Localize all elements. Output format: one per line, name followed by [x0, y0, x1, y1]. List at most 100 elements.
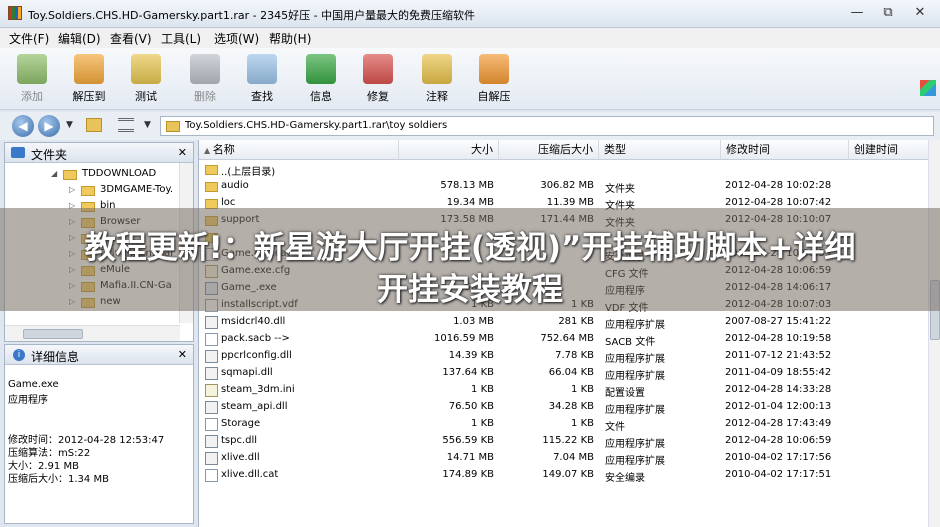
file-row[interactable]: steam_api.dll 76.50 KB 34.28 KB 应用程序扩展 2012-… — [199, 399, 939, 416]
toolbar-button-8[interactable]: 自解压 — [466, 52, 522, 108]
column-packed[interactable]: 压缩后大小 — [499, 140, 599, 160]
history-dropdown-icon[interactable]: ▼ — [66, 120, 73, 130]
folder-icon — [63, 170, 77, 180]
close-info-icon[interactable]: ✕ — [178, 348, 187, 361]
toolbar-button-0[interactable]: 添加 — [4, 52, 60, 108]
maximize-button[interactable]: ⧉ — [874, 3, 902, 23]
menu-options[interactable]: 选项(W) — [214, 30, 259, 47]
view-dropdown-icon[interactable]: ▼ — [144, 120, 151, 130]
file-name: steam_api.dll — [221, 401, 288, 412]
file-packed: 34.28 KB — [548, 401, 594, 412]
column-created[interactable]: 创建时间 — [849, 140, 940, 160]
menu-view[interactable]: 查看(V) — [110, 30, 152, 47]
close-button[interactable]: ✕ — [906, 3, 934, 23]
close-panel-icon[interactable]: ✕ — [178, 146, 187, 159]
address-path: Toy.Soldiers.CHS.HD-Gamersky.part1.rar\t… — [185, 120, 448, 131]
file-row[interactable]: Storage 1 KB 1 KB 文件 2012-04-28 17:43:49 — [199, 416, 939, 433]
back-icon[interactable]: ◀ — [12, 115, 34, 137]
dll-icon — [205, 401, 218, 414]
toolbar-label: 查找 — [251, 90, 273, 103]
toolbar-button-3[interactable]: 删除 — [177, 52, 233, 108]
file-list: ▲ 名称 大小 压缩后大小 类型 修改时间 创建时间 ..(上层目录) audio… — [198, 140, 940, 527]
file-row[interactable]: ..(上层目录) — [199, 161, 939, 178]
folder-panel-title: 文件夹 — [31, 148, 68, 162]
menu-edit[interactable]: 编辑(D) — [58, 30, 101, 47]
file-modified: 2012-01-04 12:00:13 — [725, 401, 832, 412]
info-packed-size: 压缩后大小：1.34 MB — [8, 474, 109, 485]
file-modified: 2012-04-28 14:33:28 — [725, 384, 832, 395]
minimize-button[interactable]: — — [843, 3, 871, 23]
column-size[interactable]: 大小 — [399, 140, 499, 160]
file-row[interactable]: audio 578.13 MB 306.82 MB 文件夹 2012-04-28 10:… — [199, 178, 939, 195]
expanded-arrow-icon[interactable]: ◢ — [51, 169, 57, 178]
file-name: msidcrl40.dll — [221, 316, 286, 327]
file-modified: 2010-04-02 17:17:56 — [725, 452, 832, 463]
toolbar-button-1[interactable]: 解压到 — [61, 52, 117, 108]
file-modified: 2011-04-09 18:55:42 — [725, 367, 832, 378]
info-file-type: 应用程序 — [8, 395, 48, 406]
toolbar-label: 注释 — [426, 90, 448, 103]
tree-horizontal-scrollbar[interactable] — [5, 325, 180, 341]
file-row[interactable]: msidcrl40.dll 1.03 MB 281 KB 应用程序扩展 2007-08-… — [199, 314, 939, 331]
file-type: 文件 — [605, 422, 625, 433]
add-icon — [17, 54, 47, 84]
file-name: ppcrlconfig.dll — [221, 350, 292, 361]
collapsed-arrow-icon[interactable]: ▷ — [69, 185, 75, 194]
toolbar-button-6[interactable]: 修复 — [350, 52, 406, 108]
file-row[interactable]: xlive.dll.cat 174.89 KB 149.07 KB 安全编录 2010-… — [199, 467, 939, 484]
column-type[interactable]: 类型 — [599, 140, 721, 160]
file-size: 19.34 MB — [446, 197, 494, 208]
toolbar-button-5[interactable]: 信息 — [293, 52, 349, 108]
forward-icon[interactable]: ▶ — [38, 115, 60, 137]
info-icon: i — [13, 349, 25, 361]
file-packed: 115.22 KB — [542, 435, 594, 446]
view-mode-icon[interactable] — [118, 118, 134, 132]
menu-file[interactable]: 文件(F) — [9, 30, 49, 47]
file-modified: 2011-07-12 21:43:52 — [725, 350, 832, 361]
toolbar-label: 解压到 — [72, 90, 106, 103]
file-packed: 1 KB — [571, 384, 594, 395]
column-modified[interactable]: 修改时间 — [721, 140, 849, 160]
column-name[interactable]: ▲ 名称 — [199, 140, 399, 160]
file-name: pack.sacb --> — [221, 333, 290, 344]
file-type: 应用程序扩展 — [605, 456, 665, 467]
info-panel: i 详细信息 ✕ Game.exe 应用程序 修改时间：2012-04-28 1… — [4, 344, 194, 524]
file-row[interactable]: tspc.dll 556.59 KB 115.22 KB 应用程序扩展 2012-04-… — [199, 433, 939, 450]
file-name: loc — [221, 197, 236, 208]
file-row[interactable]: ppcrlconfig.dll 14.39 KB 7.78 KB 应用程序扩展 2011… — [199, 348, 939, 365]
overlay-line-2: 开挂安装教程 — [377, 272, 563, 308]
file-row[interactable]: sqmapi.dll 137.64 KB 66.04 KB 应用程序扩展 2011-04… — [199, 365, 939, 382]
file-packed: 1 KB — [571, 418, 594, 429]
tree-scroll-thumb[interactable] — [23, 329, 83, 339]
tree-item-label: 3DMGAME-Toy. — [100, 184, 174, 195]
comment-icon — [422, 54, 452, 84]
address-input[interactable]: Toy.Soldiers.CHS.HD-Gamersky.part1.rar\t… — [160, 116, 934, 136]
up-folder-icon[interactable] — [86, 118, 102, 132]
title-bar: Toy.Soldiers.CHS.HD-Gamersky.part1.rar -… — [0, 0, 940, 28]
file-type: 应用程序扩展 — [605, 320, 665, 331]
skin-icon[interactable] — [920, 80, 936, 96]
dll-icon — [205, 452, 218, 465]
menu-help[interactable]: 帮助(H) — [269, 30, 311, 47]
delete-icon — [190, 54, 220, 84]
file-icon — [205, 418, 218, 431]
file-type: SACB 文件 — [605, 337, 656, 348]
dll-icon — [205, 435, 218, 448]
cfg-icon — [205, 384, 218, 397]
promo-overlay-banner: 教程更新!：新星游大厅开挂(透视)”开挂辅助脚本+详细 开挂安装教程 — [0, 208, 940, 311]
toolbar-button-2[interactable]: 测试 — [118, 52, 174, 108]
column-name-label: 名称 — [212, 143, 235, 156]
menu-bar: 文件(F) 编辑(D) 查看(V) 工具(L) 选项(W) 帮助(H) — [0, 28, 940, 48]
menu-tools[interactable]: 工具(L) — [161, 30, 201, 47]
file-name: Storage — [221, 418, 261, 429]
file-modified: 2012-04-28 17:43:49 — [725, 418, 832, 429]
file-packed: 7.04 MB — [553, 452, 594, 463]
file-row[interactable]: pack.sacb --> 1016.59 MB 752.64 MB SACB 文件 2… — [199, 331, 939, 348]
toolbar-label: 修复 — [367, 90, 389, 103]
file-row[interactable]: xlive.dll 14.71 MB 7.04 MB 应用程序扩展 2010-04-02… — [199, 450, 939, 467]
toolbar-button-7[interactable]: 注释 — [409, 52, 465, 108]
file-size: 1 KB — [471, 384, 494, 395]
file-row[interactable]: steam_3dm.ini 1 KB 1 KB 配置设置 2012-04-28 14:3… — [199, 382, 939, 399]
toolbar-button-4[interactable]: 查找 — [234, 52, 290, 108]
file-modified: 2012-04-28 10:02:28 — [725, 180, 832, 191]
